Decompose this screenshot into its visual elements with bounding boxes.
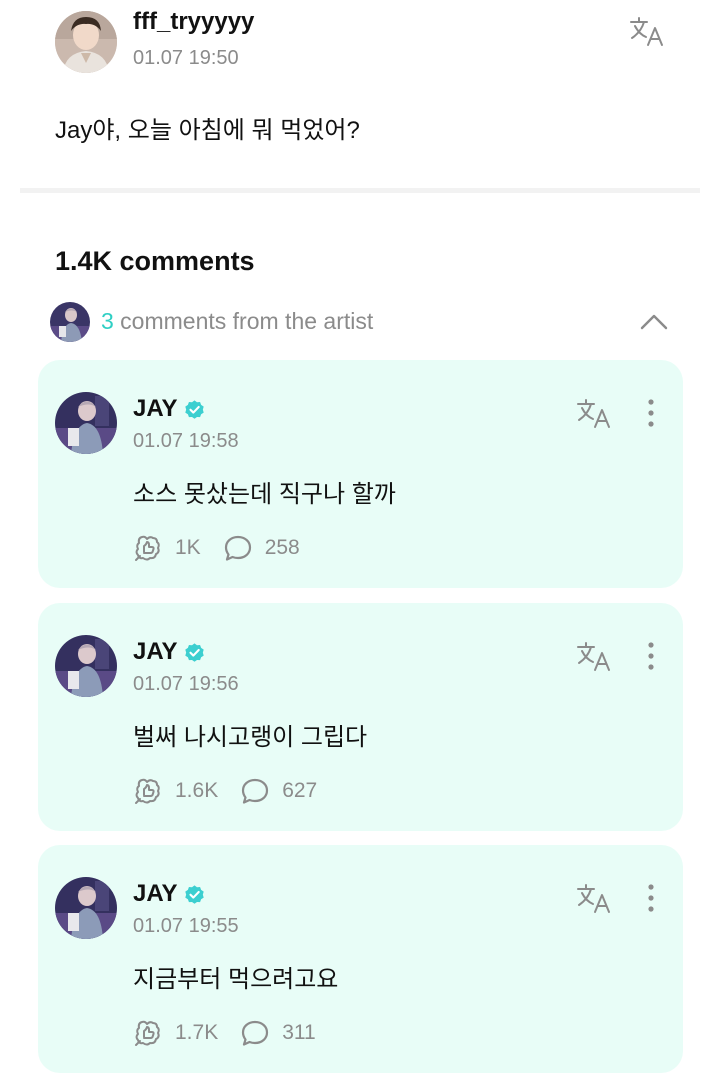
- comment-text: 지금부터 먹으려고요: [133, 966, 339, 993]
- like-count: 1K: [175, 536, 201, 559]
- artist-comment-card: JAY 01.07 19:58 소스 못샀는데 직구나 할까 1K 258: [38, 360, 683, 588]
- artist-comments-label: 3 comments from the artist: [101, 308, 373, 335]
- post-author-avatar[interactable]: [55, 11, 117, 73]
- verified-badge-icon: [185, 399, 205, 419]
- post-author-username[interactable]: fff_tryyyyy: [133, 8, 254, 36]
- more-vertical-icon[interactable]: [642, 641, 660, 671]
- artist-comment-card: JAY 01.07 19:55 지금부터 먹으려고요 1.7K 311: [38, 845, 683, 1073]
- comment-actions: 1.7K 311: [133, 1018, 316, 1048]
- reply-button[interactable]: 627: [240, 776, 317, 806]
- like-button[interactable]: 1.6K: [133, 776, 218, 806]
- artist-name[interactable]: JAY: [133, 880, 177, 908]
- reply-count: 258: [264, 536, 300, 559]
- comment-bubble-icon: [224, 535, 251, 561]
- reply-count: 311: [282, 1021, 316, 1044]
- translate-icon[interactable]: [628, 14, 666, 48]
- translate-icon[interactable]: [575, 396, 613, 430]
- post-timestamp: 01.07 19:50: [133, 47, 239, 69]
- artist-name-row: JAY: [133, 637, 206, 667]
- like-button[interactable]: 1.7K: [133, 1018, 218, 1048]
- verified-badge-icon: [185, 884, 205, 904]
- like-count: 1.6K: [175, 779, 219, 802]
- like-icon: [135, 1020, 160, 1046]
- post-body-text: Jay야, 오늘 아침에 뭐 먹었어?: [55, 117, 360, 144]
- artist-mini-avatar: [50, 302, 90, 342]
- like-icon: [135, 778, 160, 804]
- artist-avatar[interactable]: [55, 392, 117, 454]
- translate-icon[interactable]: [575, 639, 613, 673]
- comment-text: 소스 못샀는데 직구나 할까: [133, 481, 396, 508]
- comments-count-heading: 1.4K comments: [55, 246, 255, 276]
- verified-badge-icon: [185, 642, 205, 662]
- artist-name-row: JAY: [133, 879, 206, 909]
- comment-timestamp: 01.07 19:55: [133, 915, 239, 937]
- comment-timestamp: 01.07 19:58: [133, 430, 239, 452]
- more-vertical-icon[interactable]: [642, 883, 660, 913]
- reply-button[interactable]: 311: [240, 1018, 316, 1048]
- artist-comment-card: JAY 01.07 19:56 벌써 나시고랭이 그립다 1.6K 627: [38, 603, 683, 831]
- artist-comments-text: comments from the artist: [113, 308, 374, 334]
- like-count: 1.7K: [175, 1021, 219, 1044]
- comment-text: 벌써 나시고랭이 그립다: [133, 724, 368, 751]
- reply-count: 627: [282, 779, 318, 802]
- comment-bubble-icon: [242, 778, 269, 804]
- artist-avatar[interactable]: [55, 877, 117, 939]
- comment-bubble-icon: [242, 1020, 269, 1046]
- artist-comments-toggle[interactable]: 3 comments from the artist: [50, 302, 670, 342]
- comment-actions: 1K 258: [133, 533, 300, 563]
- like-icon: [135, 535, 160, 561]
- chevron-up-icon[interactable]: [640, 312, 668, 332]
- reply-button[interactable]: 258: [223, 533, 300, 563]
- artist-name[interactable]: JAY: [133, 638, 177, 666]
- translate-icon[interactable]: [575, 881, 613, 915]
- more-vertical-icon[interactable]: [642, 398, 660, 428]
- post-page: fff_tryyyyy 01.07 19:50 Jay야, 오늘 아침에 뭐 먹…: [0, 0, 720, 1079]
- artist-name-row: JAY: [133, 394, 206, 424]
- artist-name[interactable]: JAY: [133, 395, 177, 423]
- comment-actions: 1.6K 627: [133, 776, 317, 806]
- section-divider: [20, 188, 700, 193]
- artist-avatar[interactable]: [55, 635, 117, 697]
- like-button[interactable]: 1K: [133, 533, 201, 563]
- comment-timestamp: 01.07 19:56: [133, 673, 239, 695]
- artist-comments-count: 3: [101, 308, 114, 334]
